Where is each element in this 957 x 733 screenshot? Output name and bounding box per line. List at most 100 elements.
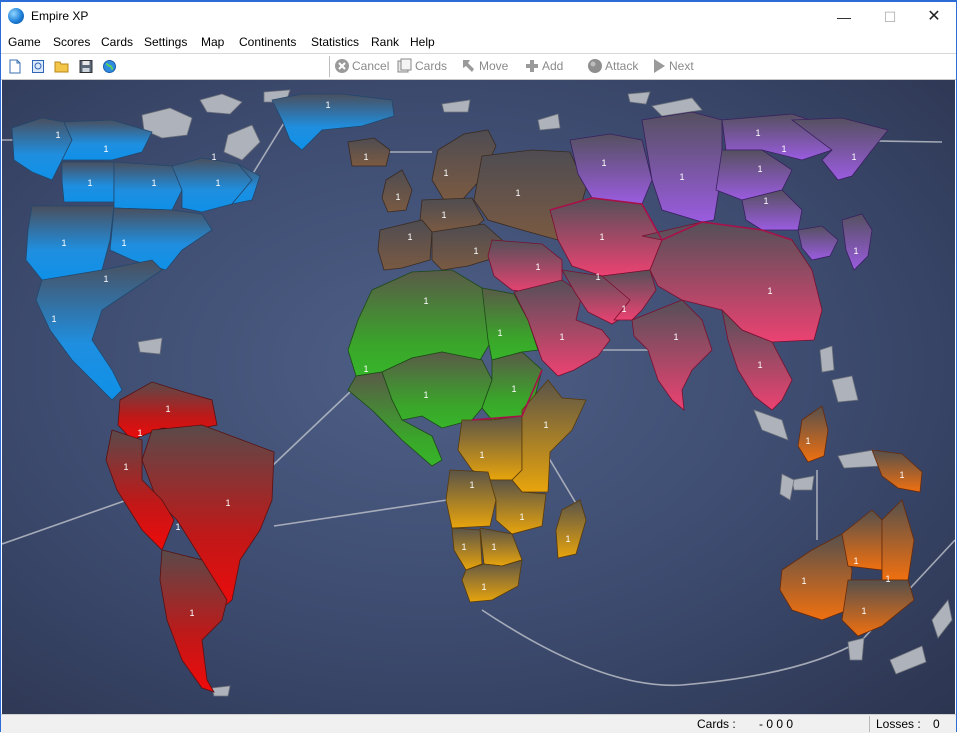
territory-madagascar	[555, 499, 587, 559]
army-count: 1	[801, 576, 806, 586]
menu-cards[interactable]: Cards	[101, 35, 133, 49]
army-count: 1	[679, 172, 684, 182]
army-count: 1	[515, 188, 520, 198]
army-count: 1	[363, 152, 368, 162]
territory-namibia	[451, 527, 483, 571]
continent-oceania[interactable]	[779, 405, 923, 637]
territory-northwest	[61, 119, 153, 161]
territory-korea	[797, 225, 839, 261]
army-count: 1	[225, 498, 230, 508]
army-count: 1	[559, 332, 564, 342]
army-count: 1	[673, 332, 678, 342]
army-count: 1	[479, 450, 484, 460]
menu-statistics[interactable]: Statistics	[311, 35, 359, 49]
army-count: 1	[325, 100, 330, 110]
title-bar[interactable]: Empire XP — ☐ ✕	[1, 2, 956, 32]
army-count: 1	[535, 262, 540, 272]
territory-mozambique	[479, 527, 523, 567]
territory-western-us	[25, 205, 115, 281]
app-window: Empire XP — ☐ ✕ Game Scores Cards Settin…	[0, 0, 957, 733]
cards-label: Cards :	[697, 717, 736, 731]
cards-icon	[397, 58, 412, 73]
army-count: 1	[885, 574, 890, 584]
army-count: 1	[543, 420, 548, 430]
territory-india	[631, 299, 713, 411]
army-count: 1	[491, 542, 496, 552]
maximize-button[interactable]: ☐	[867, 2, 913, 32]
army-count: 1	[755, 128, 760, 138]
cards-value: - 0 0 0	[759, 717, 794, 731]
add-icon	[526, 60, 538, 72]
army-count: 1	[853, 556, 858, 566]
army-count: 1	[763, 196, 768, 206]
menu-rank[interactable]: Rank	[371, 35, 399, 49]
army-count: 1	[757, 360, 762, 370]
territory-ontario	[113, 161, 183, 211]
army-count: 1	[189, 608, 194, 618]
army-count: 1	[805, 436, 810, 446]
menu-game[interactable]: Game	[8, 35, 41, 49]
army-count: 1	[899, 470, 904, 480]
army-count: 1	[407, 232, 412, 242]
army-count: 1	[175, 522, 180, 532]
new-document-icon[interactable]	[8, 59, 22, 74]
attack-icon	[588, 59, 602, 73]
menu-bar: Game Scores Cards Settings Map Continent…	[1, 32, 956, 52]
cancel-icon	[335, 59, 349, 73]
territory-western-australia	[779, 533, 853, 621]
army-count: 1	[137, 428, 142, 438]
army-count: 1	[441, 210, 446, 220]
army-count: 1	[599, 232, 604, 242]
menu-help[interactable]: Help	[410, 35, 435, 49]
continent-south-america[interactable]	[105, 381, 275, 693]
army-count: 1	[215, 178, 220, 188]
territory-queensland	[881, 499, 915, 581]
army-count: 1	[497, 328, 502, 338]
minimize-button[interactable]: —	[821, 2, 867, 32]
open-folder-icon[interactable]	[54, 59, 70, 74]
window-title: Empire XP	[31, 9, 89, 23]
territory-great-britain	[381, 169, 413, 213]
menu-settings[interactable]: Settings	[144, 35, 187, 49]
army-count: 1	[757, 164, 762, 174]
territory-western-europe	[377, 219, 433, 271]
army-count: 1	[767, 286, 772, 296]
army-count: 1	[51, 314, 56, 324]
army-count: 1	[87, 178, 92, 188]
continent-north-america[interactable]	[11, 93, 395, 401]
map-canvas[interactable]: 1 1 1 1 1 1 1 1 1 1 1 1 1 1 1 1 1 1 1 1	[2, 80, 955, 714]
toolbar: Cancel Cards Move Add Attack Next	[1, 53, 956, 80]
army-count: 1	[211, 152, 216, 162]
menu-scores[interactable]: Scores	[53, 35, 90, 49]
territory-northern-territory	[841, 509, 883, 571]
army-count: 1	[55, 130, 60, 140]
army-count: 1	[511, 384, 516, 394]
army-count: 1	[423, 296, 428, 306]
army-count: 1	[519, 512, 524, 522]
army-count: 1	[853, 246, 858, 256]
army-count: 1	[103, 274, 108, 284]
army-count: 1	[473, 246, 478, 256]
globe-app-icon	[8, 8, 24, 24]
army-count: 1	[861, 606, 866, 616]
army-count: 1	[423, 390, 428, 400]
territory-japan	[841, 213, 873, 271]
army-count: 1	[123, 462, 128, 472]
status-bar: Cards : - 0 0 0 Losses : 0	[1, 714, 956, 733]
territory-central-america	[35, 259, 163, 401]
world-map[interactable]: 1 1 1 1 1 1 1 1 1 1 1 1 1 1 1 1 1 1 1 1	[2, 80, 955, 714]
army-count: 1	[443, 168, 448, 178]
menu-map[interactable]: Map	[201, 35, 224, 49]
preview-icon[interactable]	[31, 59, 45, 74]
continent-europe[interactable]	[347, 129, 587, 271]
menu-continents[interactable]: Continents	[239, 35, 296, 49]
army-count: 1	[461, 542, 466, 552]
army-count: 1	[469, 480, 474, 490]
save-disk-icon[interactable]	[79, 59, 93, 74]
move-icon	[463, 60, 474, 72]
territory-iceland	[347, 137, 391, 167]
army-count: 1	[151, 178, 156, 188]
globe-icon[interactable]	[102, 59, 117, 74]
army-count: 1	[621, 304, 626, 314]
close-button[interactable]: ✕	[911, 2, 957, 32]
